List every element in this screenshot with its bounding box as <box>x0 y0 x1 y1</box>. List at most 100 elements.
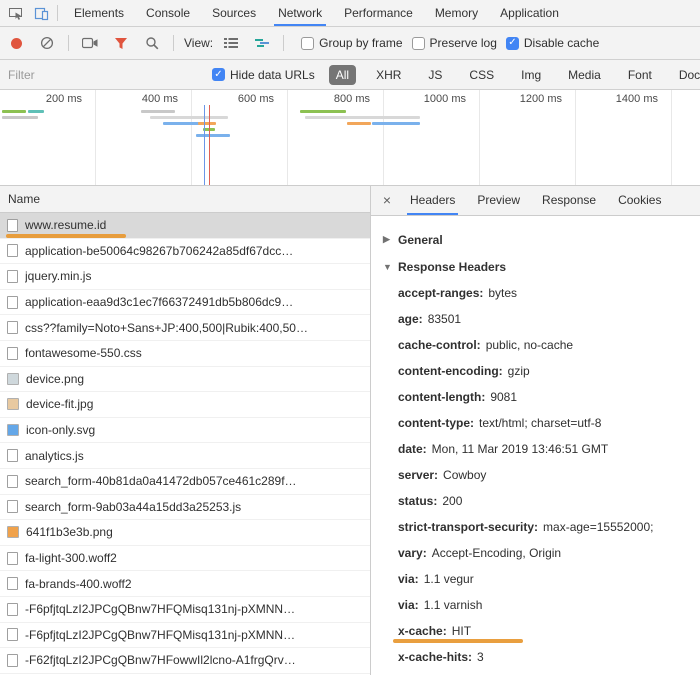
device-toolbar-icon[interactable] <box>28 0 54 26</box>
devtools-tabbar: ElementsConsoleSourcesNetworkPerformance… <box>0 0 700 27</box>
request-row[interactable]: device-fit.jpg <box>0 392 370 418</box>
header-value: 1.1 varnish <box>424 598 483 612</box>
close-details-icon[interactable]: × <box>375 186 399 215</box>
checkbox-box[interactable] <box>506 37 519 50</box>
filter-pill-doc[interactable]: Doc <box>672 65 700 85</box>
header-value: public, no-cache <box>486 338 573 352</box>
tab-network[interactable]: Network <box>267 0 333 26</box>
request-row[interactable]: application-eaa9d3c1ec7f66372491db5b806d… <box>0 290 370 316</box>
header-value: Accept-Encoding, Origin <box>432 546 561 560</box>
tab-console[interactable]: Console <box>135 0 201 26</box>
header-value: Mon, 11 Mar 2019 13:46:51 GMT <box>432 442 609 456</box>
filter-pill-img[interactable]: Img <box>514 65 548 85</box>
header-value: Cowboy <box>443 468 486 482</box>
request-row[interactable]: search_form-9ab03a44a15dd3a25253.js <box>0 495 370 521</box>
request-row[interactable]: jquery.min.js <box>0 264 370 290</box>
request-row[interactable]: device.png <box>0 367 370 393</box>
filter-input[interactable] <box>8 68 203 82</box>
request-row[interactable]: fa-brands-400.woff2 <box>0 571 370 597</box>
response-header-row: vary: Accept-Encoding, Origin <box>383 540 700 566</box>
waterfall-bar <box>300 110 346 113</box>
filter-icon[interactable] <box>108 30 134 56</box>
request-name: application-eaa9d3c1ec7f66372491db5b806d… <box>25 295 293 309</box>
section-response-headers[interactable]: ▼Response Headers <box>383 253 700 280</box>
record-icon[interactable] <box>11 38 22 49</box>
clear-icon[interactable] <box>34 30 60 56</box>
timeline-event-line <box>204 105 205 185</box>
tab-application[interactable]: Application <box>489 0 570 26</box>
request-list: www.resume.id application-be50064c98267b7… <box>0 213 370 675</box>
details-tab-headers[interactable]: Headers <box>399 186 466 215</box>
search-icon[interactable] <box>139 30 165 56</box>
request-row[interactable]: -F6pfjtqLzI2JPCgQBnw7HFQMisq131nj-pXMNN… <box>0 597 370 623</box>
request-row[interactable]: -F62fjtqLzI2JPCgQBnw7HFowwIl2lcno-A1frgQ… <box>0 648 370 674</box>
details-tabbar: × HeadersPreviewResponseCookies <box>371 186 700 216</box>
response-header-row: x-cache-hits:3 <box>383 644 700 670</box>
divider <box>283 35 284 51</box>
details-tab-response[interactable]: Response <box>531 186 607 215</box>
request-row[interactable]: css??family=Noto+Sans+JP:400,500|Rubik:4… <box>0 315 370 341</box>
checkbox-disable-cache[interactable]: Disable cache <box>506 36 599 50</box>
checkbox-hide-data-urls[interactable]: Hide data URLs <box>212 68 315 82</box>
checkbox-box[interactable] <box>212 68 225 81</box>
request-row[interactable]: search_form-40b81da0a41472db057ce461c289… <box>0 469 370 495</box>
request-row[interactable]: analytics.js <box>0 443 370 469</box>
filter-pill-xhr[interactable]: XHR <box>369 65 408 85</box>
request-name: fa-brands-400.woff2 <box>25 577 132 591</box>
filter-pill-css[interactable]: CSS <box>462 65 501 85</box>
filter-pill-all[interactable]: All <box>329 65 356 85</box>
filter-pill-font[interactable]: Font <box>621 65 659 85</box>
document-file-icon <box>7 270 18 283</box>
header-value: HIT <box>452 624 471 638</box>
filter-pill-media[interactable]: Media <box>561 65 608 85</box>
request-row[interactable]: www.resume.id <box>0 213 370 239</box>
inspect-icon[interactable] <box>2 0 28 26</box>
request-row[interactable]: fa-light-300.woff2 <box>0 546 370 572</box>
header-name: cache-control: <box>398 338 481 352</box>
request-name: css??family=Noto+Sans+JP:400,500|Rubik:4… <box>25 321 308 335</box>
list-view-icon[interactable] <box>218 30 244 56</box>
timeline-event-line <box>209 105 210 185</box>
request-row[interactable]: 641f1b3e3b.png <box>0 520 370 546</box>
divider <box>57 5 58 21</box>
name-column-header[interactable]: Name <box>0 186 370 213</box>
checkbox-group-by-frame[interactable]: Group by frame <box>301 36 402 50</box>
checkbox-preserve-log[interactable]: Preserve log <box>412 36 497 50</box>
header-value: 1.1 vegur <box>424 572 474 586</box>
main-tabbar-tabs: ElementsConsoleSourcesNetworkPerformance… <box>63 0 570 26</box>
toolbar-checkboxes: Group by frame Preserve log Disable cache <box>292 36 599 50</box>
network-main: Name www.resume.id application-be50064c98… <box>0 186 700 675</box>
request-row[interactable]: fontawesome-550.css <box>0 341 370 367</box>
checkbox-box[interactable] <box>301 37 314 50</box>
network-overview-timeline[interactable]: 200 ms400 ms600 ms800 ms1000 ms1200 ms14… <box>0 90 700 186</box>
checkbox-box[interactable] <box>412 37 425 50</box>
header-name: vary: <box>398 546 427 560</box>
request-row[interactable]: icon-only.svg <box>0 418 370 444</box>
tab-performance[interactable]: Performance <box>333 0 424 26</box>
filter-pill-js[interactable]: JS <box>421 65 449 85</box>
request-row[interactable]: -F6pfjtqLzI2JPCgQBnw7HFQMisq131nj-pXMNN… <box>0 623 370 649</box>
headers-detail-body: ▶General▼Response Headersaccept-ranges:b… <box>371 216 700 675</box>
annotation-underline <box>393 639 523 643</box>
tab-sources[interactable]: Sources <box>201 0 267 26</box>
request-list-panel: Name www.resume.id application-be50064c98… <box>0 186 371 675</box>
request-name: application-be50064c98267b706242a85df67d… <box>25 244 293 258</box>
tab-memory[interactable]: Memory <box>424 0 489 26</box>
section-general[interactable]: ▶General <box>383 226 700 253</box>
overview-icon[interactable] <box>249 30 275 56</box>
waterfall-bar <box>141 110 175 113</box>
document-file-icon <box>7 321 18 334</box>
header-name: status: <box>398 494 437 508</box>
request-row[interactable]: application-be50064c98267b706242a85df67d… <box>0 239 370 265</box>
document-file-icon <box>7 219 18 232</box>
screenshot-icon[interactable] <box>77 30 103 56</box>
filter-bar: Hide data URLs All XHR JS CSS Img Media Font Do… <box>0 60 700 90</box>
details-tab-cookies[interactable]: Cookies <box>607 186 672 215</box>
header-value: max-age=15552000; <box>543 520 653 534</box>
request-name: 641f1b3e3b.png <box>26 525 113 539</box>
header-value: 200 <box>442 494 462 508</box>
tab-elements[interactable]: Elements <box>63 0 135 26</box>
network-toolbar: View: Group by framePreserve logDisable … <box>0 27 700 60</box>
details-tab-preview[interactable]: Preview <box>466 186 531 215</box>
response-header-row: x-cache:HIT <box>383 618 700 644</box>
